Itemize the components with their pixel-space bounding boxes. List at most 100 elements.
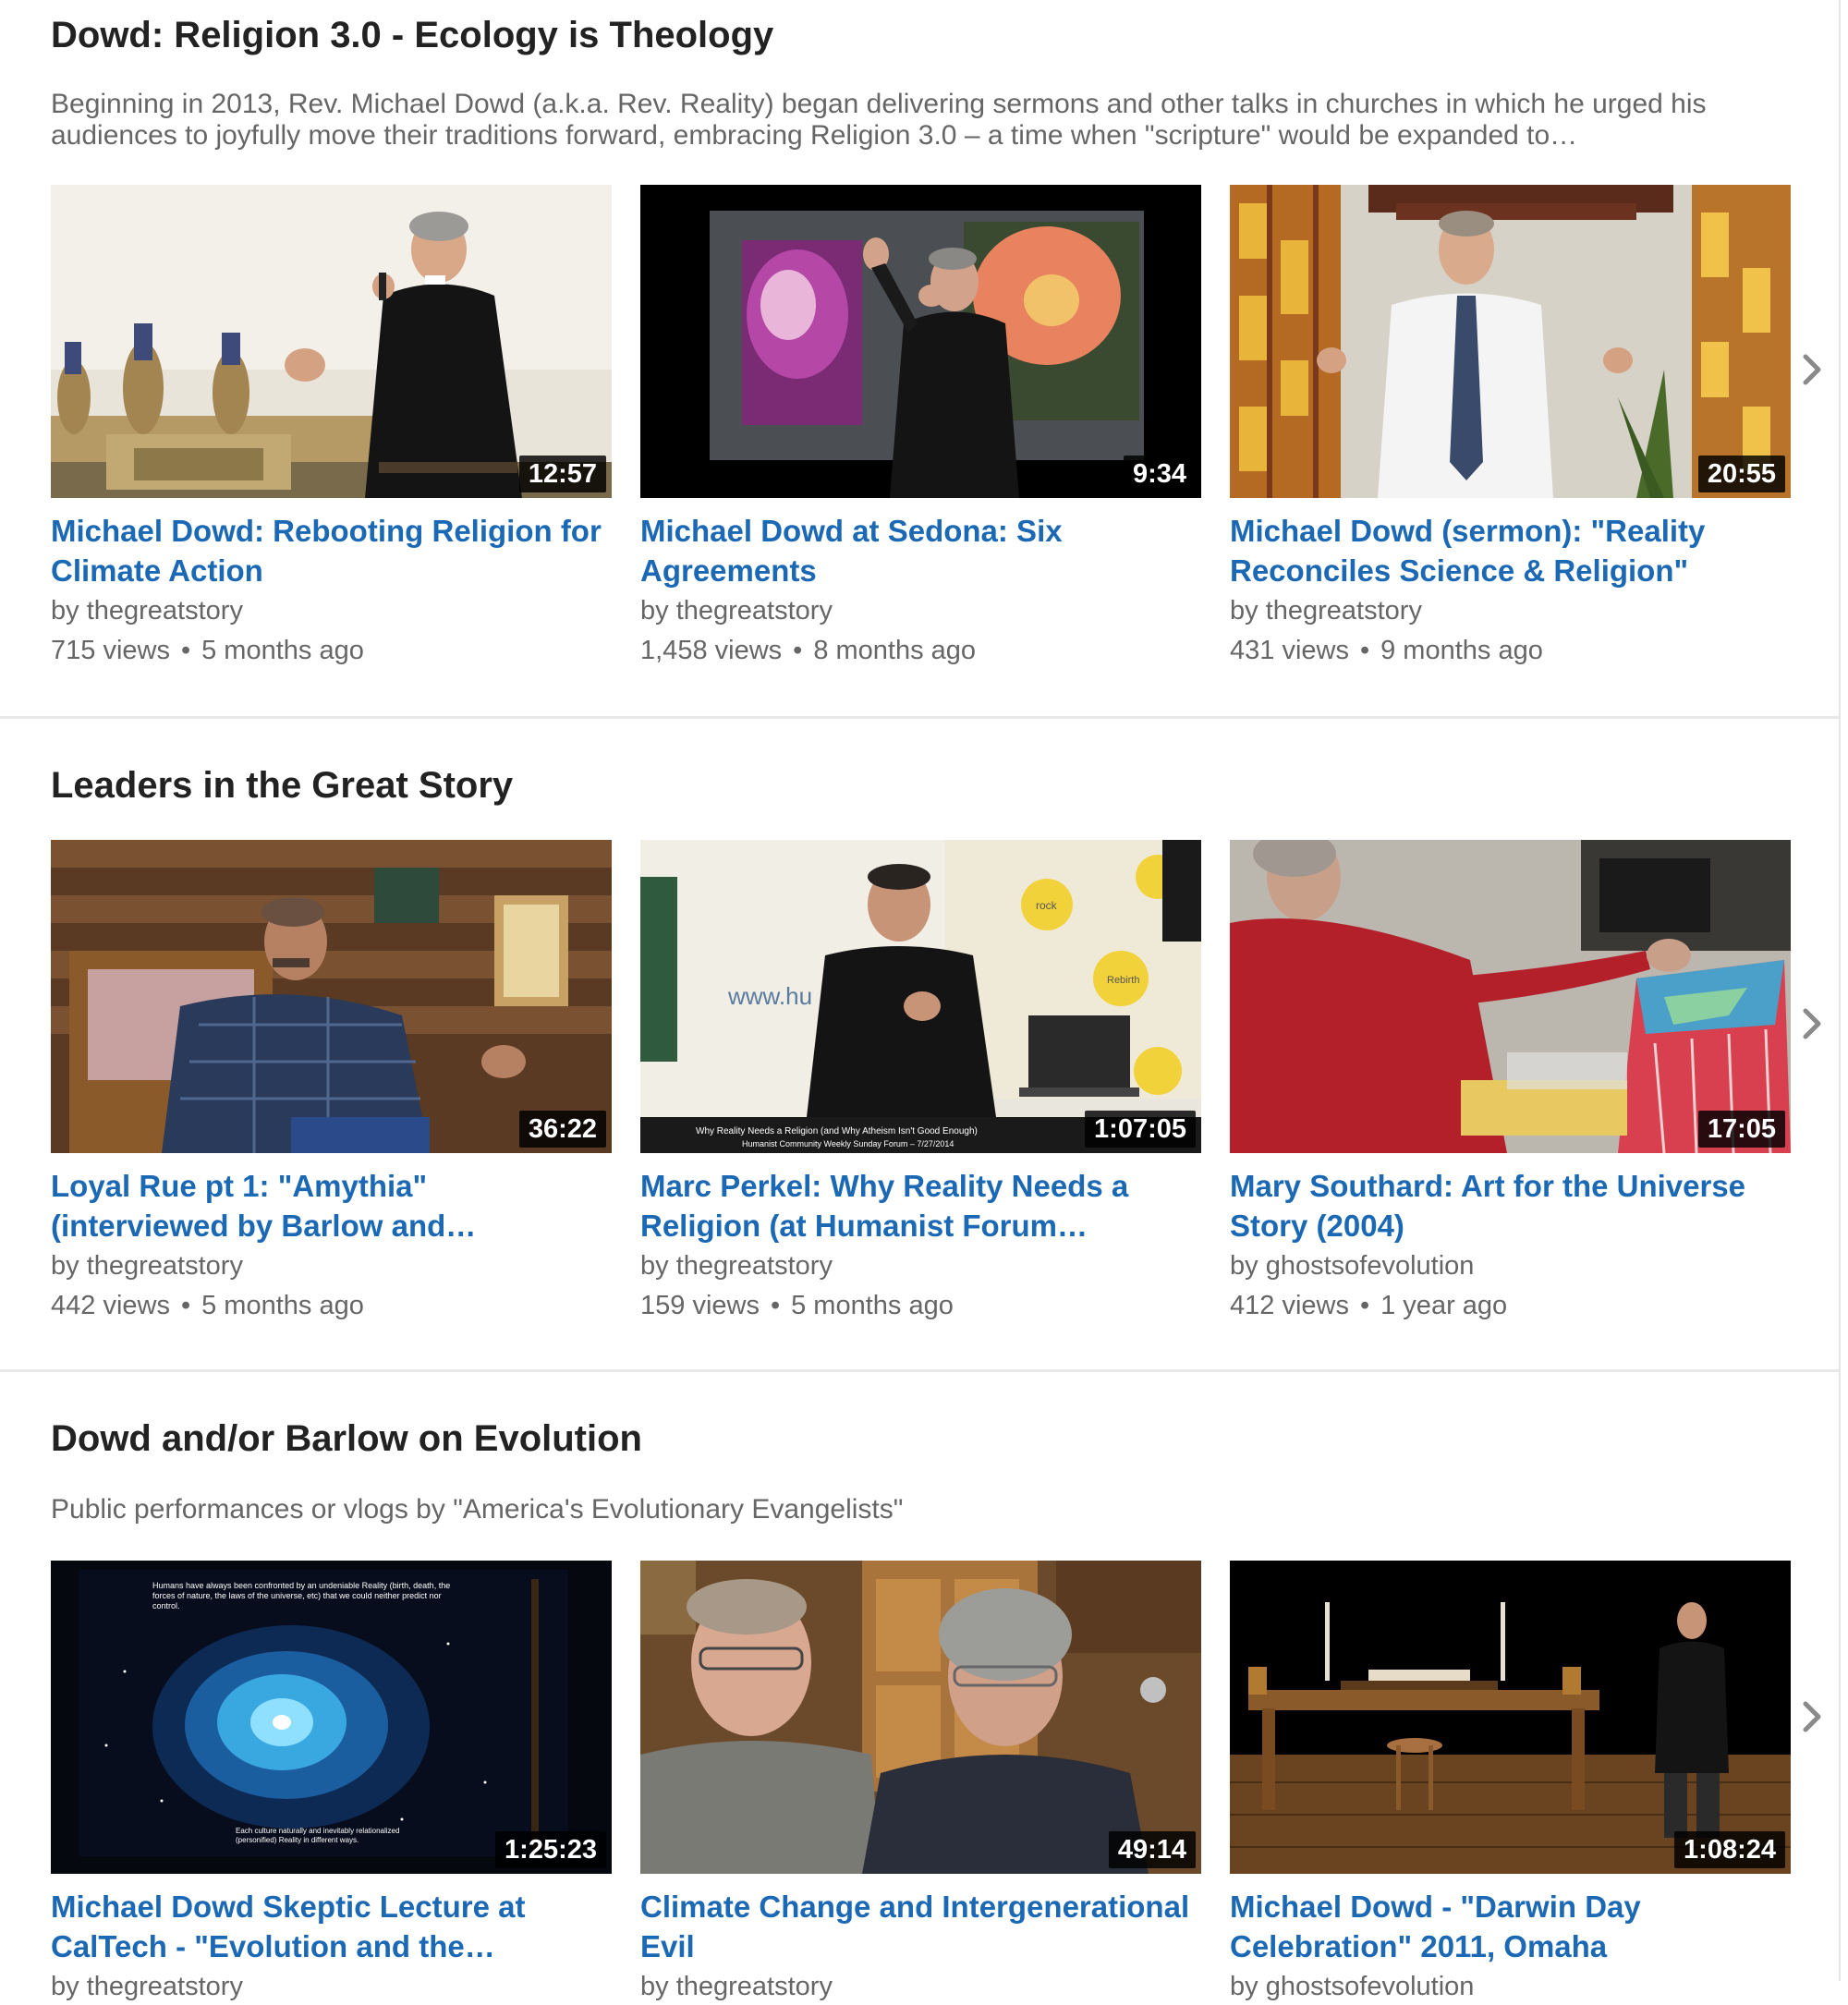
video-duration: 49:14 — [1108, 1831, 1196, 1868]
shelf-leaders-great-story: Leaders in the Great Story 36:22 Loyal R… — [0, 719, 1839, 1369]
video-meta: 715 views • 5 months ago — [51, 629, 612, 672]
channel-link[interactable]: thegreatstory — [676, 596, 833, 626]
shelf-title[interactable]: Dowd: Religion 3.0 - Ecology is Theology — [51, 15, 773, 56]
video-duration: 1:08:24 — [1674, 1831, 1785, 1868]
byline-prefix: by — [1230, 1251, 1258, 1281]
channel-link[interactable]: ghostsofevolution — [1266, 1972, 1475, 2001]
video-meta: 442 views • 5 months ago — [51, 1284, 612, 1327]
video-byline: by ghostsofevolution — [1230, 1968, 1791, 2005]
channel-link[interactable]: thegreatstory — [676, 1251, 833, 1281]
video-card: 9:34 Michael Dowd at Sedona: Six Agreeme… — [640, 185, 1201, 672]
byline-prefix: by — [1230, 596, 1258, 626]
shelf-next-button[interactable] — [1798, 1698, 1826, 1735]
thumb-sticker-text: rock — [1036, 899, 1058, 912]
shelf-title[interactable]: Leaders in the Great Story — [51, 765, 513, 807]
thumbnail-image: Humans have always been confronted by an… — [51, 1561, 612, 1874]
shelf-religion-3-0: Dowd: Religion 3.0 - Ecology is Theology… — [0, 0, 1839, 717]
thumbnail-image — [1230, 1561, 1791, 1874]
page-right-border — [1839, 0, 1841, 1981]
channel-link[interactable]: thegreatstory — [87, 1972, 243, 2001]
separator-dot: • — [1359, 636, 1370, 665]
thumb-sticker-text: Rebirth — [1107, 975, 1139, 986]
channel-link[interactable]: ghostsofevolution — [1266, 1251, 1475, 1281]
thumbnail-image: www.hu rock Rebirth Why Reality Needs a … — [640, 840, 1201, 1153]
upload-age: 5 months ago — [201, 1291, 364, 1320]
video-title-link[interactable]: Climate Change and Intergenerational Evi… — [640, 1887, 1201, 1966]
shelf-dowd-barlow-evolution: Dowd and/or Barlow on Evolution Public p… — [0, 1372, 1839, 2001]
upload-age: 5 months ago — [791, 1291, 954, 1320]
video-byline: by thegreatstory — [640, 1968, 1201, 2005]
video-duration: 1:25:23 — [495, 1831, 606, 1868]
view-count: 412 views — [1230, 1291, 1349, 1320]
separator-dot: • — [180, 636, 191, 665]
video-thumbnail[interactable]: 17:05 — [1230, 840, 1791, 1153]
video-byline: by thegreatstory — [51, 1247, 612, 1284]
shelf-description: Beginning in 2013, Rev. Michael Dowd (a.… — [51, 89, 1707, 151]
video-card: www.hu rock Rebirth Why Reality Needs a … — [640, 840, 1201, 1327]
video-card: 36:22 Loyal Rue pt 1: "Amythia" (intervi… — [51, 840, 612, 1327]
upload-age: 8 months ago — [813, 636, 977, 665]
view-count: 442 views — [51, 1291, 170, 1320]
video-title-link[interactable]: Mary Southard: Art for the Universe Stor… — [1230, 1166, 1791, 1246]
shelf-title[interactable]: Dowd and/or Barlow on Evolution — [51, 1418, 642, 1460]
upload-age: 1 year ago — [1380, 1291, 1508, 1320]
video-thumbnail[interactable]: 20:55 — [1230, 185, 1791, 498]
thumb-slide-text: Each culture naturally and inevitably re… — [236, 1827, 400, 1844]
video-thumbnail[interactable]: 36:22 — [51, 840, 612, 1153]
shelf-description: Public performances or vlogs by "America… — [51, 1494, 904, 1525]
channel-link[interactable]: thegreatstory — [1266, 596, 1422, 626]
channel-link[interactable]: thegreatstory — [87, 1251, 243, 1281]
video-thumbnail[interactable]: www.hu rock Rebirth Why Reality Needs a … — [640, 840, 1201, 1153]
byline-prefix: by — [51, 1251, 79, 1281]
video-title-link[interactable]: Michael Dowd at Sedona: Six Agreements — [640, 511, 1201, 590]
video-card: 1:08:24 Michael Dowd - "Darwin Day Celeb… — [1230, 1561, 1791, 2005]
byline-prefix: by — [640, 1251, 669, 1281]
video-thumbnail[interactable]: 12:57 — [51, 185, 612, 498]
video-meta: 412 views • 1 year ago — [1230, 1284, 1791, 1327]
video-meta: 1,458 views • 8 months ago — [640, 629, 1201, 672]
separator-dot: • — [770, 1291, 781, 1320]
video-byline: by thegreatstory — [640, 592, 1201, 629]
video-title-link[interactable]: Michael Dowd - "Darwin Day Celebration" … — [1230, 1887, 1791, 1966]
video-duration: 9:34 — [1123, 456, 1196, 492]
video-duration: 20:55 — [1697, 456, 1785, 492]
byline-prefix: by — [640, 596, 669, 626]
video-title-link[interactable]: Michael Dowd Skeptic Lecture at CalTech … — [51, 1887, 612, 1966]
separator-dot: • — [793, 636, 803, 665]
video-title-link[interactable]: Loyal Rue pt 1: "Amythia" (interviewed b… — [51, 1166, 612, 1246]
thumbnail-image — [640, 1561, 1201, 1874]
video-thumbnail[interactable]: 49:14 — [640, 1561, 1201, 1874]
upload-age: 9 months ago — [1380, 636, 1543, 665]
separator-dot: • — [180, 1291, 191, 1320]
video-card: 49:14 Climate Change and Intergeneration… — [640, 1561, 1201, 2005]
video-duration: 17:05 — [1697, 1111, 1785, 1148]
thumbnail-image — [1230, 185, 1791, 498]
video-thumbnail[interactable]: 9:34 — [640, 185, 1201, 498]
byline-prefix: by — [51, 596, 79, 626]
video-byline: by thegreatstory — [51, 592, 612, 629]
video-thumbnail[interactable]: 1:08:24 — [1230, 1561, 1791, 1874]
shelf-next-button[interactable] — [1798, 1005, 1826, 1042]
thumbnail-image — [51, 185, 612, 498]
video-title-link[interactable]: Marc Perkel: Why Reality Needs a Religio… — [640, 1166, 1201, 1246]
video-duration: 1:07:05 — [1085, 1111, 1196, 1148]
shelf-next-button[interactable] — [1798, 351, 1826, 388]
thumb-caption-text: Humanist Community Weekly Sunday Forum –… — [742, 1139, 954, 1148]
video-thumbnail[interactable]: Humans have always been confronted by an… — [51, 1561, 612, 1874]
video-meta: 431 views • 9 months ago — [1230, 629, 1791, 672]
view-count: 715 views — [51, 636, 170, 665]
thumb-caption-text: Why Reality Needs a Religion (and Why At… — [696, 1126, 978, 1136]
chevron-right-icon — [1803, 354, 1821, 385]
upload-age: 5 months ago — [201, 636, 364, 665]
video-meta: 159 views • 5 months ago — [640, 1284, 1201, 1327]
channel-link[interactable]: thegreatstory — [87, 596, 243, 626]
channel-link[interactable]: thegreatstory — [676, 1972, 833, 2001]
chevron-right-icon — [1803, 1701, 1821, 1732]
thumbnail-image — [1230, 840, 1791, 1153]
view-count: 1,458 views — [640, 636, 783, 665]
video-card: Humans have always been confronted by an… — [51, 1561, 612, 2005]
video-title-link[interactable]: Michael Dowd: Rebooting Religion for Cli… — [51, 511, 612, 590]
video-title-link[interactable]: Michael Dowd (sermon): "Reality Reconcil… — [1230, 511, 1791, 590]
video-byline: by thegreatstory — [1230, 592, 1791, 629]
video-duration: 12:57 — [518, 456, 606, 492]
